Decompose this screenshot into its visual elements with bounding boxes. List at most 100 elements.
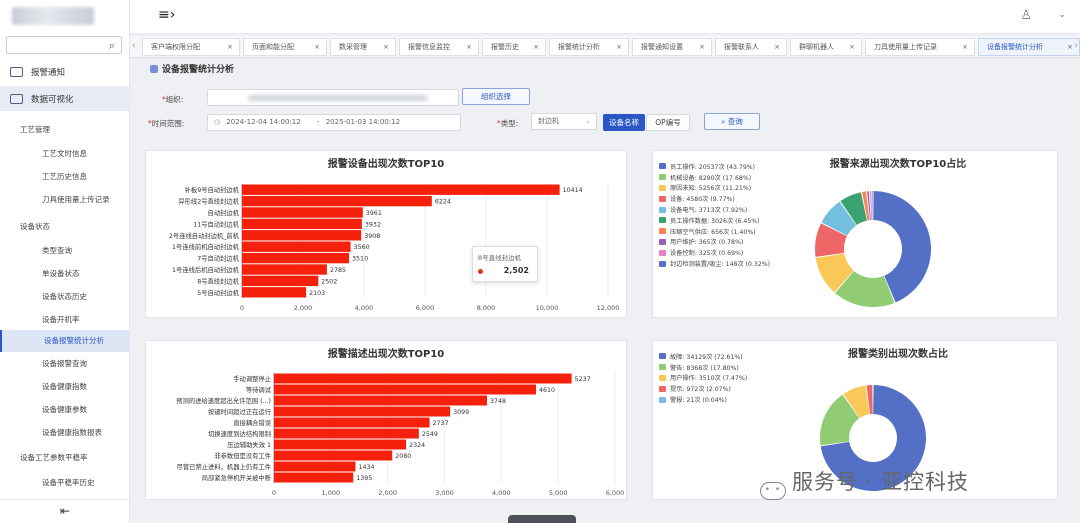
user-icon[interactable]: ♙ [1020,8,1032,23]
sidebar-item[interactable]: 设备健康指数 [0,381,130,395]
sidebar-item[interactable]: 类型查询 [0,245,130,259]
tab[interactable]: 报警通知设置 × [632,38,712,56]
sidebar-search-input[interactable]: ⌕ [6,36,122,54]
x-tick-label: 0 [240,304,244,312]
bar[interactable] [274,428,419,439]
sidebar-item[interactable]: 报警通知 [0,59,130,84]
sidebar-item[interactable]: 设备平稳率历史 [0,477,130,491]
tab[interactable]: 页面和能分配 × [243,38,327,56]
sidebar-item[interactable]: 工艺历史信息 [0,171,130,185]
tab[interactable]: 刀具使用量上传记录 × [865,38,975,56]
sidebar-collapse-icon[interactable]: ⇤ [0,499,130,523]
org-field[interactable] [207,89,459,106]
bar[interactable] [242,195,432,207]
sidebar-item[interactable]: 刀具使用量上传记录 [0,194,130,208]
close-icon[interactable]: × [383,39,389,55]
alarm-device-bar-chart: 0 2,000 4,000 6,000 8,000 10,000 12,000 补板9号自动封… [169,184,619,312]
tab[interactable]: 报警统计分析 × [549,38,629,56]
top-bar: ≡› ♙ ⌄ [130,0,1080,34]
sidebar-item[interactable]: 单设备状态 [0,268,130,282]
bar[interactable] [242,287,307,298]
tab[interactable]: 群聊机器人 × [790,38,862,56]
bar[interactable] [274,417,430,428]
y-tick-label: 尽管已禁止进料，机器上仍有工件 [177,462,271,471]
alarm-source-donut-chart [815,191,931,307]
tab-scroll-right-icon[interactable]: › [1074,41,1078,51]
tab-scroll-left-icon[interactable]: ‹ [132,41,136,51]
sidebar-item-label: 设备健康指数报表 [42,428,102,437]
bar[interactable] [242,230,362,241]
sidebar-item-label: 设备健康指数 [42,382,87,391]
sidebar-item-label: 类型查询 [42,246,72,255]
bar[interactable] [274,395,488,406]
tab[interactable]: 数采管理 × [330,38,396,56]
tab-label: 数采管理 [339,43,367,51]
data-label: 2785 [330,267,346,274]
sidebar-item-label: 工艺文时信息 [42,149,87,158]
tab[interactable]: 报警联系人 × [715,38,787,56]
close-icon[interactable]: × [962,39,968,55]
pie-slice[interactable] [872,191,874,221]
close-icon[interactable]: × [616,39,622,55]
sidebar-item[interactable]: 工艺管理 [0,124,130,138]
bar[interactable] [242,218,362,230]
time-range-picker[interactable]: ◷ 2024-12-04 14:00:12 - 2025-01-03 14:00… [207,114,461,131]
bar[interactable] [242,184,560,195]
tab[interactable]: 客户端权限分配 × [142,38,240,56]
close-icon[interactable]: × [314,39,320,55]
sidebar-item[interactable]: 设备报警查询 [0,358,130,372]
sidebar-item-label: 工艺历史信息 [42,172,87,181]
tab-label: 刀具使用量上传记录 [874,43,937,51]
bar[interactable] [274,373,572,384]
toggle-op-number[interactable]: OP编号 [646,114,690,131]
toggle-device-name[interactable]: 设备名称 [603,114,645,131]
sidebar-item[interactable]: 设备健康指数报表 [0,427,130,441]
close-icon[interactable]: × [466,39,472,55]
sidebar-item[interactable]: 设备报警统计分析 [0,330,130,352]
x-tick-label: 1,000 [322,489,341,497]
search-icon[interactable]: ⌕ [109,39,115,53]
sidebar-item-label: 设备报警统计分析 [44,336,104,345]
y-tick-label: 1号连线前机自动封边机 [172,242,240,251]
close-icon[interactable]: × [849,39,855,55]
tab[interactable]: 报警历史 × [482,38,546,56]
bar[interactable] [242,207,363,218]
bar[interactable] [274,439,407,450]
close-icon[interactable]: × [699,39,705,55]
bar[interactable] [274,450,393,461]
type-select[interactable]: 封边机 ⌄ [531,113,597,130]
tab[interactable]: 设备报警统计分析 × [978,38,1080,56]
sidebar-item[interactable]: 设备状态 [0,221,130,235]
bar[interactable] [274,472,354,483]
org-select-button[interactable]: 组织选择 [462,88,530,105]
bar[interactable] [274,461,356,472]
sidebar-item[interactable]: 设备状态历史 [0,291,130,305]
tab-label: 报警历史 [491,43,519,51]
bar[interactable] [242,252,350,264]
data-label: 1395 [356,475,372,482]
menu-fold-icon[interactable]: ≡› [158,7,175,23]
sidebar-item[interactable]: 设备工艺参数平稳率 [0,452,130,466]
tab[interactable]: 报警信息监控 × [399,38,479,56]
bar[interactable] [242,275,319,287]
sidebar-item[interactable]: 设备健康参数 [0,404,130,418]
time-end: 2025-01-03 14:00:12 [325,118,401,126]
chevron-down-icon[interactable]: ⌄ [1058,10,1066,20]
sidebar-item[interactable]: 数据可视化 [0,86,130,111]
alarm-desc-top10-panel: 报警描述出现次数TOP10 0 1,000 2,000 3,000 4,000 5,000… [145,340,627,500]
bar[interactable] [274,384,537,395]
bottom-handle[interactable] [508,515,576,523]
bar[interactable] [242,241,351,252]
close-icon[interactable]: × [227,39,233,55]
data-label: 3560 [354,244,370,251]
close-icon[interactable]: × [533,39,539,55]
data-label: 2502 [321,278,337,285]
close-icon[interactable]: × [774,39,780,55]
sidebar-item[interactable]: 设备开机率 [0,314,130,328]
tab-label: 页面和能分配 [252,43,294,51]
close-icon[interactable]: × [1067,39,1073,55]
query-button[interactable]: ⌕ 查询 [704,113,760,130]
sidebar-item[interactable]: 工艺文时信息 [0,148,130,162]
bar[interactable] [274,406,451,417]
bar[interactable] [242,264,327,275]
